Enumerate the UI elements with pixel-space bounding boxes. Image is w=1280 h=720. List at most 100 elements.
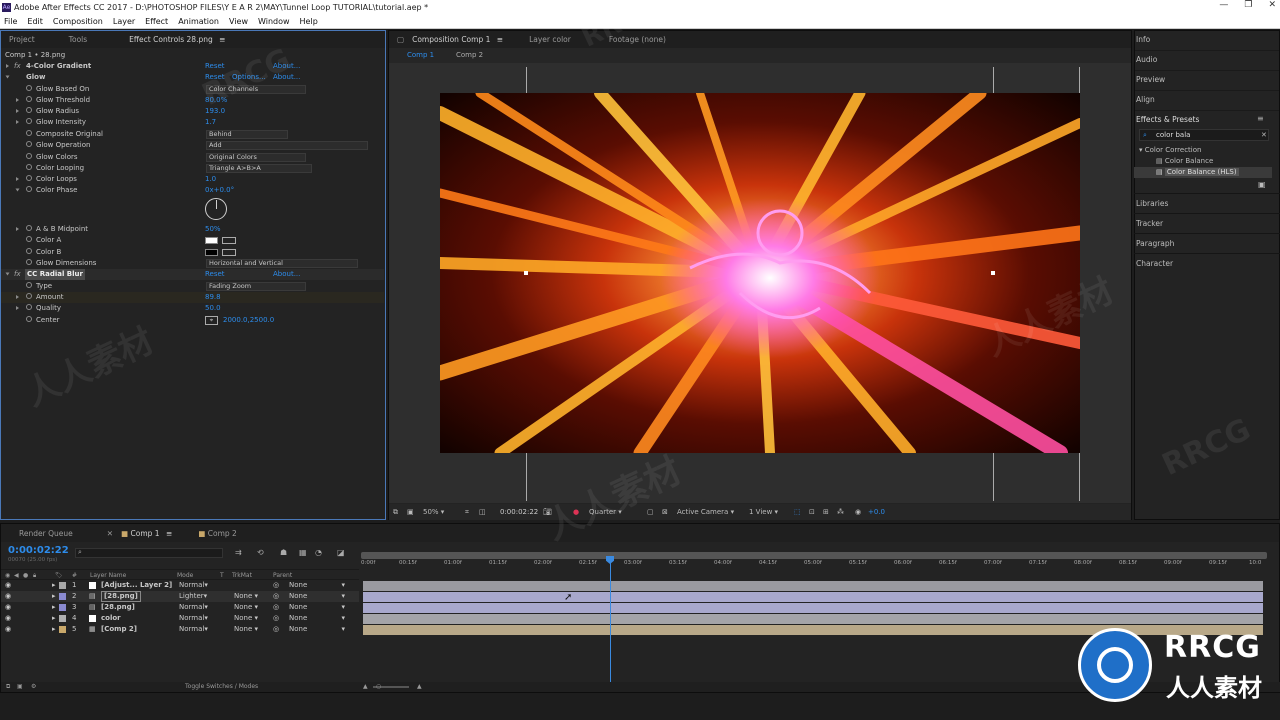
eyedropper-icon[interactable] [222, 249, 236, 256]
param-value[interactable]: 50.0 [205, 303, 221, 314]
collapse-arrow-icon[interactable] [5, 75, 10, 79]
glow-operation-dropdown[interactable]: Add [206, 141, 368, 150]
folder-color-correction[interactable]: ▾ Color Correction [1139, 146, 1201, 154]
pickwhip-icon[interactable]: ◎ [273, 613, 279, 624]
expand-arrow-icon[interactable]: ▸ [52, 613, 56, 624]
panel-audio[interactable]: Audio [1136, 55, 1157, 64]
current-time-indicator[interactable] [610, 556, 611, 686]
layer-row-5[interactable]: ◉ ▸ 5 ▦ [Comp 2] Normal▾ None ▾ ◎ None ▾ [1, 624, 359, 635]
label-color[interactable] [59, 615, 66, 622]
panel-info[interactable]: Info [1136, 35, 1150, 44]
layer-name[interactable]: [28.png] [101, 591, 141, 602]
eye-icon[interactable]: ◉ [5, 591, 11, 602]
param-glow-threshold[interactable]: Glow Threshold 80.0% [1, 95, 384, 106]
param-value[interactable]: 50% [205, 224, 221, 235]
stopwatch-icon[interactable] [26, 236, 32, 242]
graph-editor-icon[interactable]: ◪ [337, 548, 345, 557]
stopwatch-icon[interactable] [26, 304, 32, 310]
zoom-dropdown[interactable]: 50% ▾ [423, 504, 444, 520]
menu-composition[interactable]: Composition [53, 15, 103, 28]
stopwatch-icon[interactable] [26, 316, 32, 322]
layer-switches-icon[interactable]: ⧉ [6, 682, 10, 692]
menu-view[interactable]: View [229, 15, 248, 28]
stopwatch-icon[interactable] [26, 85, 32, 91]
param-color-looping[interactable]: Color Looping Triangle A>B>A [1, 163, 384, 174]
fx-icon[interactable]: fx [14, 61, 21, 72]
reset-link[interactable]: Reset [205, 269, 225, 280]
shy-layers-icon[interactable]: ☗ [280, 548, 287, 557]
trkmat-dropdown[interactable]: None ▾ [234, 591, 258, 602]
param-value[interactable]: 1.7 [205, 117, 216, 128]
layer-row-4[interactable]: ◉ ▸ 4 color Normal▾ None ▾ ◎ None ▾ [1, 613, 359, 624]
param-value[interactable]: 0x+0.0° [205, 185, 234, 196]
param-quality[interactable]: Quality 50.0 [1, 303, 384, 314]
lock-icon[interactable]: ▢ [389, 35, 412, 44]
menu-animation[interactable]: Animation [178, 15, 219, 28]
effect-result-color-balance-hls[interactable]: ▤ Color Balance (HLS) [1156, 168, 1239, 176]
param-color-phase[interactable]: Color Phase 0x+0.0° [1, 185, 384, 196]
param-glow-operation[interactable]: Glow Operation Add [1, 140, 384, 151]
expand-arrow-icon[interactable] [16, 120, 19, 124]
label-color[interactable] [59, 582, 66, 589]
param-color-b[interactable]: Color B [1, 247, 384, 258]
options-link[interactable]: Options... [232, 72, 266, 83]
exposure-value[interactable]: +0.0 [868, 504, 885, 520]
close-tab-icon[interactable]: ✕ [81, 529, 121, 538]
panel-align[interactable]: Align [1136, 95, 1155, 104]
expand-arrow-icon[interactable]: ▸ [52, 624, 56, 635]
work-area-bar[interactable] [361, 552, 1267, 559]
color-a-swatch[interactable] [205, 237, 218, 244]
stopwatch-icon[interactable] [26, 175, 32, 181]
color-channel-icon[interactable]: ● [573, 504, 579, 520]
parent-dropdown[interactable]: None ▾ [289, 602, 345, 613]
draft-3d-icon[interactable]: ⟲ [257, 548, 264, 557]
param-center[interactable]: Center ⌖ 2000.0,2500.0 [1, 315, 384, 326]
panel-effects-presets[interactable]: Effects & Presets [1136, 115, 1199, 124]
maximize-icon[interactable]: ❐ [1244, 0, 1252, 15]
layer-name[interactable]: color [101, 613, 121, 624]
expand-arrow-icon[interactable]: ▸ [52, 591, 56, 602]
layer-name[interactable]: [28.png] [101, 602, 135, 613]
parent-dropdown[interactable]: None ▾ [289, 591, 345, 602]
pickwhip-icon[interactable]: ◎ [273, 580, 279, 591]
modes-icon[interactable]: ▣ [17, 682, 23, 692]
pickwhip-icon[interactable]: ◎ [273, 602, 279, 613]
anchor-handle[interactable] [991, 271, 995, 275]
clear-search-icon[interactable]: ✕ [1261, 130, 1267, 140]
exposure-reset-icon[interactable]: ◉ [855, 504, 861, 520]
timeline-timecode[interactable]: 0:00:02:22 [8, 545, 69, 556]
eye-icon[interactable]: ◉ [5, 602, 11, 613]
effects-search-input[interactable]: ⌕ color bala ✕ [1139, 129, 1269, 141]
panel-menu-icon[interactable]: ≡ [497, 35, 503, 44]
param-ab-midpoint[interactable]: A & B Midpoint 50% [1, 224, 384, 235]
close-icon[interactable]: ✕ [1268, 0, 1276, 15]
viewer-timecode[interactable]: 0:00:02:22 [500, 504, 538, 520]
nav-comp-1[interactable]: Comp 1 [407, 48, 434, 63]
camera-dropdown[interactable]: Active Camera ▾ [677, 504, 734, 520]
about-link[interactable]: About... [273, 72, 300, 83]
pickwhip-icon[interactable]: ◎ [273, 624, 279, 635]
parent-dropdown[interactable]: None ▾ [289, 580, 345, 591]
panel-preview[interactable]: Preview [1136, 75, 1165, 84]
tab-tools[interactable]: Tools [43, 35, 95, 44]
mode-dropdown[interactable]: Normal▾ [179, 613, 208, 624]
parent-dropdown[interactable]: None ▾ [289, 624, 345, 635]
collapse-arrow-icon[interactable] [5, 272, 10, 276]
nav-comp-2[interactable]: Comp 2 [456, 48, 483, 63]
stopwatch-icon[interactable] [26, 130, 32, 136]
zoom-in-icon[interactable]: ▲ [417, 682, 422, 692]
mode-dropdown[interactable]: Normal▾ [179, 602, 208, 613]
eye-icon[interactable]: ◉ [5, 624, 11, 635]
expand-arrow-icon[interactable] [16, 109, 19, 113]
in-out-icon[interactable]: ⚙ [31, 682, 36, 692]
param-value[interactable]: 89.8 [205, 292, 221, 303]
param-color-loops[interactable]: Color Loops 1.0 [1, 174, 384, 185]
mode-dropdown[interactable]: Normal▾ [179, 580, 208, 591]
stopwatch-icon[interactable] [26, 118, 32, 124]
glow-based-on-dropdown[interactable]: Color Channels [206, 85, 306, 94]
stopwatch-icon[interactable] [26, 248, 32, 254]
panel-character[interactable]: Character [1136, 259, 1173, 268]
param-color-a[interactable]: Color A [1, 235, 384, 246]
panel-menu-icon[interactable]: ≡ [166, 529, 172, 538]
expand-arrow-icon[interactable] [6, 64, 9, 68]
